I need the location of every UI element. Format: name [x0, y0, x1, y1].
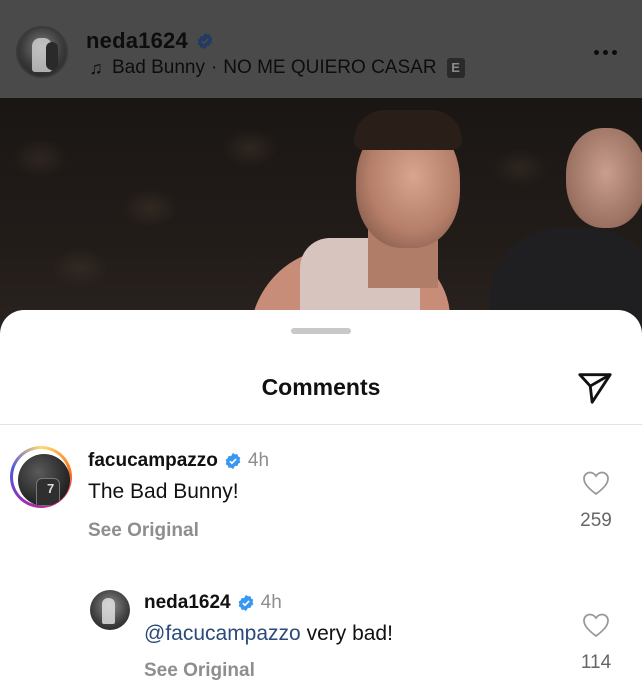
comment-body: very bad! — [300, 622, 393, 645]
explicit-badge: E — [446, 58, 465, 78]
post-username[interactable]: neda1624 — [86, 28, 188, 54]
verified-badge-icon — [197, 32, 213, 50]
heart-outline-icon[interactable] — [582, 470, 610, 496]
post-music-row[interactable]: ♫ Bad Bunny · NO ME QUIERO CASAR E — [86, 57, 465, 79]
see-original-link[interactable]: See Original — [88, 520, 199, 542]
avatar[interactable] — [90, 590, 130, 630]
header-divider — [0, 424, 642, 425]
comment-text: @facucampazzo very bad! — [144, 622, 393, 646]
sheet-grabber-handle[interactable] — [291, 328, 351, 334]
avatar[interactable]: 7 — [18, 454, 70, 506]
music-note-icon: ♫ — [89, 57, 103, 78]
post-header: neda1624 ♫ Bad Bunny · NO ME QUIERO CASA… — [0, 0, 642, 98]
verified-badge-icon — [225, 452, 241, 470]
like-count: 114 — [580, 652, 612, 673]
comment-header: facucampazzo 4h — [88, 450, 269, 472]
comment-time: 4h — [260, 592, 282, 613]
see-original-link[interactable]: See Original — [144, 660, 255, 682]
comment-header: neda1624 4h — [144, 592, 282, 614]
post-photo — [0, 98, 642, 338]
like-count: 259 — [580, 510, 612, 531]
heart-outline-icon[interactable] — [582, 612, 610, 638]
music-artist: Bad Bunny — [112, 57, 205, 78]
comment-time: 4h — [247, 450, 270, 471]
comment-username[interactable]: neda1624 — [144, 592, 231, 614]
comments-title: Comments — [261, 374, 381, 400]
music-title: NO ME QUIERO CASAR — [223, 57, 437, 78]
story-ring[interactable]: 7 — [10, 446, 72, 508]
post-username-row: neda1624 — [86, 28, 214, 54]
music-separator: · — [210, 57, 218, 78]
verified-badge-icon — [238, 594, 253, 612]
comment-username[interactable]: facucampazzo — [88, 450, 218, 472]
post-author-avatar[interactable] — [16, 26, 68, 78]
comments-sheet: Comments 7 facucampazzo 4h The Bad Bunny… — [0, 310, 642, 700]
paper-plane-icon[interactable] — [576, 368, 614, 406]
more-options-icon[interactable] — [590, 42, 620, 62]
comment-text: The Bad Bunny! — [88, 480, 239, 503]
mention-link[interactable]: @facucampazzo — [144, 622, 301, 645]
